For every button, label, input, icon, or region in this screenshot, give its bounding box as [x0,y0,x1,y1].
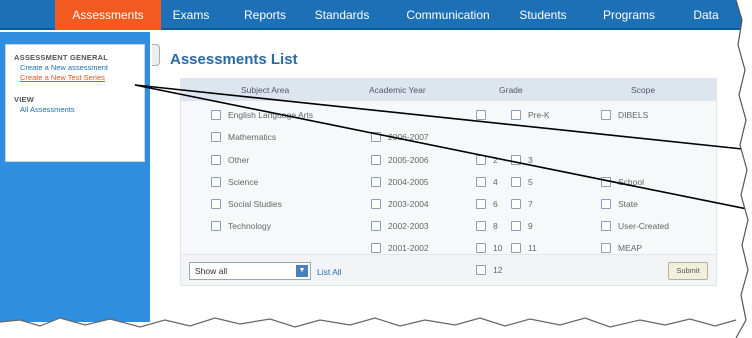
checkbox[interactable] [371,243,381,253]
nav-tab-data[interactable]: Data [684,0,728,30]
subject-option[interactable]: Science [211,176,258,188]
subject-option[interactable]: English Language Arts [211,109,313,121]
grade-option[interactable]: 5 [511,176,533,188]
nav-tab-standards[interactable]: Standards [306,0,378,30]
year-option[interactable]: 2006-2007 [371,131,429,143]
column-header-scope: Scope [631,85,656,95]
checkbox[interactable] [511,110,521,120]
checkbox[interactable] [371,199,381,209]
scope-option[interactable]: MEAP [601,242,642,254]
page-title: Assessments List [170,51,298,68]
checkbox[interactable] [371,221,381,231]
grade-option-k[interactable] [476,109,486,121]
checkbox[interactable] [371,155,381,165]
column-header-year: Academic Year [369,85,426,95]
checkbox[interactable] [211,221,221,231]
filter-footer: Show all ▼ List All Submit [180,254,717,286]
checkbox[interactable] [476,221,486,231]
checkbox[interactable] [476,177,486,187]
grade-option[interactable]: Pre-K [511,109,550,121]
checkbox[interactable] [511,243,521,253]
checkbox[interactable] [511,221,521,231]
checkbox[interactable] [371,177,381,187]
create-assessment-link[interactable]: Create a New assessment [14,63,136,73]
checkbox[interactable] [211,199,221,209]
checkbox[interactable] [601,221,611,231]
scope-option[interactable]: User-Created [601,220,669,232]
submit-button[interactable]: Submit [668,262,708,280]
column-header-grade: Grade [499,85,523,95]
checkbox[interactable] [371,132,381,142]
filter-header: Subject Area Academic Year Grade Scope [181,79,716,101]
nav-tab-reports[interactable]: Reports [236,0,294,30]
sidebar-heading-general: ASSESSMENT GENERAL [14,53,109,62]
nav-tab-communication[interactable]: Communication [398,0,498,30]
subject-option[interactable]: Mathematics [211,131,276,143]
nav-tab-programs[interactable]: Programs [596,0,662,30]
checkbox[interactable] [211,132,221,142]
nav-tab-students[interactable]: Students [512,0,574,30]
checkbox[interactable] [511,177,521,187]
checkbox[interactable] [511,155,521,165]
chevron-down-icon[interactable]: ▼ [296,265,308,277]
checkbox[interactable] [476,243,486,253]
scope-option[interactable]: DIBELS [601,109,648,121]
scope-option[interactable]: State [601,198,638,210]
subject-option[interactable]: Social Studies [211,198,282,210]
column-header-subject: Subject Area [241,85,290,95]
all-assessments-link[interactable]: All Assessments [14,105,136,115]
year-option[interactable]: 2001-2002 [371,242,429,254]
year-option[interactable]: 2002-2003 [371,220,429,232]
grade-option[interactable]: 9 [511,220,533,232]
subject-option[interactable]: Other [211,154,249,166]
collapse-handle[interactable] [152,44,160,66]
grade-option[interactable]: 10 [476,242,502,254]
checkbox[interactable] [601,243,611,253]
scope-option[interactable]: School [601,176,644,188]
checkbox[interactable] [211,155,221,165]
nav-tab-exams[interactable]: Exams [166,0,216,30]
grade-option[interactable]: 6 [476,198,498,210]
checkbox[interactable] [211,110,221,120]
checkbox[interactable] [476,199,486,209]
sidebar: ASSESSMENT GENERAL Create a New assessme… [0,32,150,322]
grade-option[interactable]: 11 [511,242,537,254]
top-nav: Assessments Exams Reports Standards Comm… [0,0,752,30]
sidebar-panel: ASSESSMENT GENERAL Create a New assessme… [5,44,145,162]
subject-option[interactable]: Technology [211,220,271,232]
create-test-series-link[interactable]: Create a New Test Series [14,73,136,83]
grade-option[interactable]: 3 [511,154,533,166]
grade-option[interactable]: 8 [476,220,498,232]
year-option[interactable]: 2005-2006 [371,154,429,166]
checkbox[interactable] [601,177,611,187]
year-option[interactable]: 2004-2005 [371,176,429,188]
year-option[interactable]: 2003-2004 [371,198,429,210]
checkbox[interactable] [476,265,486,275]
grade-option[interactable]: 4 [476,176,498,188]
list-all-link[interactable]: List All [317,267,342,277]
grade-option[interactable]: 2 [476,154,498,166]
nav-tab-assessments[interactable]: Assessments [55,0,161,30]
checkbox[interactable] [476,155,486,165]
checkbox[interactable] [601,110,611,120]
checkbox[interactable] [601,199,611,209]
grade-option[interactable]: 12 [476,264,502,276]
checkbox[interactable] [211,177,221,187]
checkbox[interactable] [476,110,486,120]
sidebar-heading-view: VIEW [14,95,34,104]
show-select[interactable]: Show all ▼ [189,262,311,280]
grade-option[interactable]: 7 [511,198,533,210]
checkbox[interactable] [511,199,521,209]
